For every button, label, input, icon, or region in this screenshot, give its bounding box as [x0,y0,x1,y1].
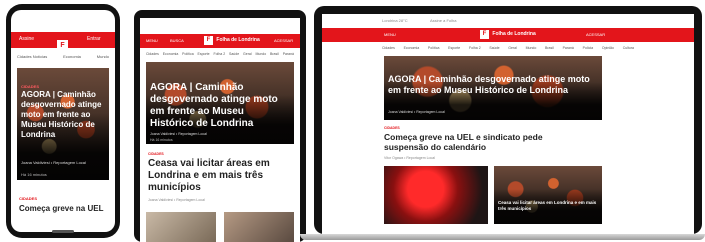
nav-item[interactable]: Paraná [563,46,574,50]
laptop-menu-button[interactable]: MENU [384,32,396,37]
nav-item[interactable]: Paraná [283,52,294,56]
nav-item[interactable]: Política [428,46,439,50]
nav-item[interactable]: Polícia [583,46,594,50]
tablet-hero-card[interactable]: AGORA | Caminhão desgovernado atinge mot… [146,62,294,144]
tablet-nav: Cidades Economia Política Esporte Folha … [146,52,294,56]
phone-hero-card[interactable]: CIDADES AGORA | Caminhão desgovernado at… [17,68,109,180]
phone-hero-tag: CIDADES [21,84,40,89]
tablet-account-button[interactable]: ACESSAR [274,38,293,43]
nav-item[interactable]: Geral [243,52,252,56]
nav-item[interactable]: Mundo [526,46,537,50]
nav-item[interactable]: Esporte [198,52,210,56]
tablet-header: MENU BUSCA F Folha de Londrina ACESSAR [140,34,300,48]
phone-home-button[interactable] [52,230,74,233]
nav-item[interactable]: Opinião [602,46,614,50]
nav-item[interactable]: Economia [163,52,179,56]
laptop-header: MENU F Folha de Londrina ACESSAR [322,28,694,42]
laptop-nav: Cidades Economia Política Esporte Folha … [382,46,634,50]
laptop-hero-card[interactable]: AGORA | Caminhão desgovernado atinge mot… [384,56,602,120]
phone-second-tag: CIDADES [19,196,38,201]
nav-item[interactable]: Brasil [270,52,279,56]
tablet-second-tag: CIDADES [148,152,164,156]
phone-login-link[interactable]: Entrar [87,36,101,42]
tablet-second-meta: Joana Valdiviesi • Reportagem Local [148,198,205,202]
phone-hero-title[interactable]: AGORA | Caminhão desgovernado atinge mot… [21,90,107,140]
tablet-menu-button[interactable]: MENU [146,38,158,43]
tablet-hero-title[interactable]: AGORA | Caminhão desgovernado atinge mot… [150,82,290,130]
laptop-topbar-mid[interactable]: Assine a Folha [430,18,456,23]
laptop-base [300,234,705,240]
phone-logo[interactable]: F [57,34,68,52]
laptop-second-tag: CIDADES [384,126,400,130]
laptop-logo[interactable]: F Folha de Londrina [480,30,536,39]
nav-item[interactable]: Saúde [489,46,499,50]
nav-item[interactable]: Folha 2 [469,46,481,50]
nav-item[interactable]: Política [182,52,193,56]
laptop-account-button[interactable]: ACESSAR [586,32,605,37]
laptop-hero-meta: Joana Valdiviesi • Reportagem Local [388,110,445,114]
phone-menu-link[interactable]: Assine [19,36,34,42]
phone-header: Assine F Entrar [11,32,115,51]
laptop-topbar-left: Londrina 28°C [382,18,408,23]
phone-screen: Assine F Entrar Cidades Notícias Economi… [11,10,115,232]
phone-submenu-item[interactable]: Mundo [97,54,109,59]
laptop-second-title[interactable]: Começa greve na UEL e sindicato pede sus… [384,132,584,152]
laptop-lid: Londrina 28°C Assine a Folha MENU F Folh… [314,6,702,234]
tablet-device: MENU BUSCA F Folha de Londrina ACESSAR C… [134,10,306,242]
nav-item[interactable]: Cultura [623,46,634,50]
phone-hero-meta: Joana Valdiviesi • Reportagem Local [21,160,86,165]
laptop-second-meta: Vitor Ogawa • Reportagem Local [384,156,435,160]
tablet-hero-meta: Joana Valdiviesi • Reportagem Local [150,132,207,136]
laptop-thumb-crowd[interactable]: Ceasa vai licitar áreas em Londrina e em… [494,166,602,224]
phone-device: Assine F Entrar Cidades Notícias Economi… [6,4,120,238]
tablet-logo[interactable]: F Folha de Londrina [204,36,260,45]
nav-item[interactable]: Mundo [255,52,266,56]
nav-item[interactable]: Economia [404,46,420,50]
laptop-thumb-red[interactable] [384,166,488,224]
tablet-logo-text: Folha de Londrina [216,37,260,43]
laptop-screen: Londrina 28°C Assine a Folha MENU F Folh… [322,14,694,234]
nav-item[interactable]: Brasil [545,46,554,50]
nav-item[interactable]: Esporte [448,46,460,50]
phone-submenu-item[interactable]: Economia [63,54,81,59]
phone-submenu-item[interactable]: Cidades Notícias [17,54,47,59]
nav-item[interactable]: Saúde [229,52,239,56]
laptop-logo-text: Folha de Londrina [492,31,536,37]
nav-item[interactable]: Geral [508,46,517,50]
tablet-second-title[interactable]: Ceasa vai licitar áreas em Londrina e em… [148,158,292,194]
laptop-third-title[interactable]: Ceasa vai licitar áreas em Londrina e em… [498,200,598,211]
tablet-thumb-1[interactable] [146,212,216,242]
phone-second-title[interactable]: Começa greve na UEL [19,204,103,213]
phone-submenu: Cidades Notícias Economia Mundo [17,54,109,59]
phone-hero-date: Há 16 minutos [21,172,47,177]
tablet-thumb-2[interactable] [224,212,294,242]
nav-item[interactable]: Cidades [146,52,159,56]
tablet-hero-date: Há 16 minutos [150,138,173,142]
tablet-screen: MENU BUSCA F Folha de Londrina ACESSAR C… [140,18,300,242]
tablet-search-button[interactable]: BUSCA [170,38,184,43]
nav-item[interactable]: Folha 2 [213,52,225,56]
nav-item[interactable]: Cidades [382,46,395,50]
laptop-hero-title[interactable]: AGORA | Caminhão desgovernado atinge mot… [388,74,598,96]
